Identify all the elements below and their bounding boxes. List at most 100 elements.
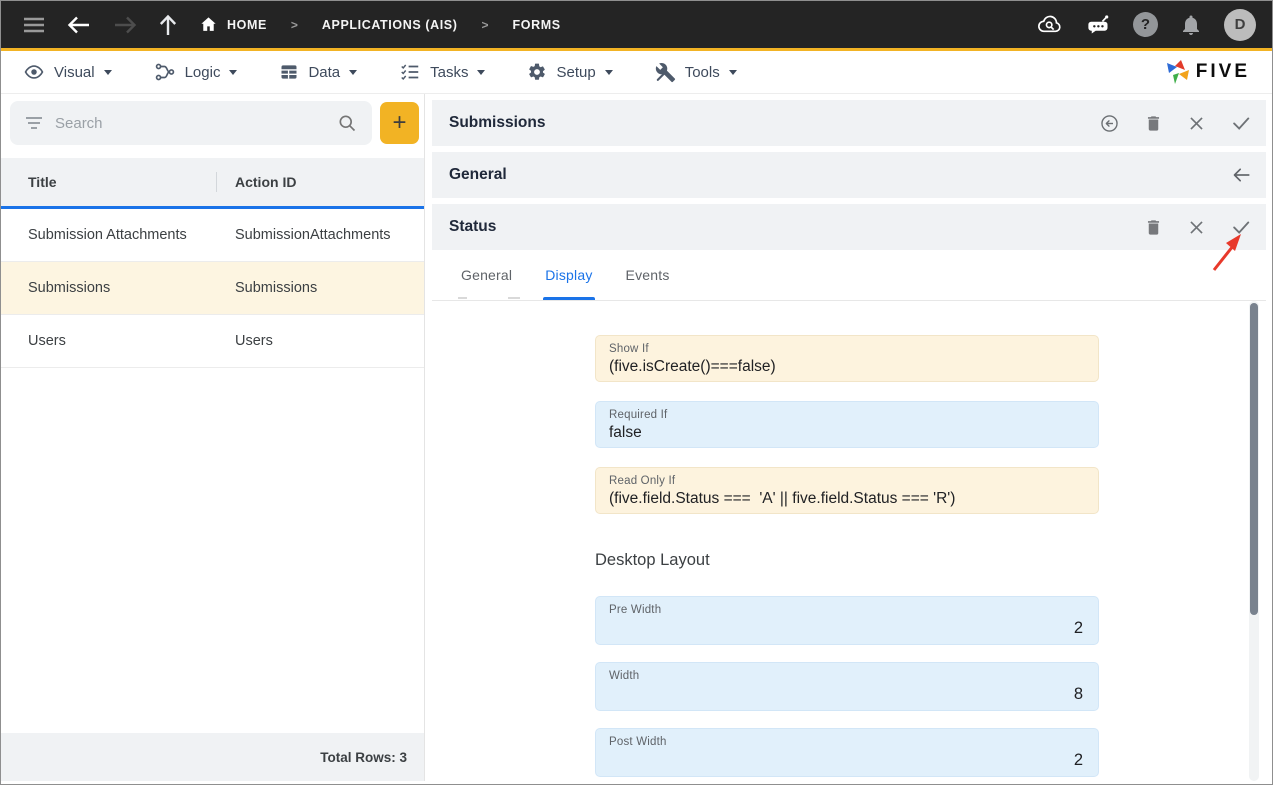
general-section-header[interactable]: General xyxy=(432,152,1266,198)
post-width-value: 2 xyxy=(609,751,1085,770)
top-navigation-bar: HOME > APPLICATIONS (AIS) > FORMS xyxy=(1,1,1272,48)
forms-list-panel: + Title Action ID Submission Attachments… xyxy=(1,94,425,781)
menu-logic[interactable]: Logic xyxy=(154,61,238,83)
breadcrumb-applications[interactable]: APPLICATIONS (AIS) xyxy=(322,18,458,32)
pre-width-field[interactable]: Pre Width 2 xyxy=(595,596,1099,645)
status-section-header: Status xyxy=(432,204,1266,250)
tab-events[interactable]: Events xyxy=(626,250,670,300)
menu-setup[interactable]: Setup xyxy=(527,62,612,82)
cell-title: Submission Attachments xyxy=(1,227,216,243)
tools-icon xyxy=(655,62,676,83)
forward-arrow-icon[interactable] xyxy=(113,15,137,35)
record-detail-panel: Submissions General xyxy=(432,94,1266,781)
logic-flow-icon xyxy=(154,61,176,83)
breadcrumb-separator: > xyxy=(482,18,489,32)
submissions-header: Submissions xyxy=(432,100,1266,146)
chevron-down-icon xyxy=(605,70,613,75)
total-rows-label: Total Rows: 3 xyxy=(320,750,407,765)
delete-icon[interactable] xyxy=(1144,217,1163,238)
menu-tools-label: Tools xyxy=(685,64,720,81)
width-field[interactable]: Width 8 xyxy=(595,662,1099,711)
pre-width-value: 2 xyxy=(609,619,1085,638)
required-if-value: false xyxy=(609,424,1085,442)
column-header-title[interactable]: Title xyxy=(1,174,216,190)
column-header-action-id[interactable]: Action ID xyxy=(216,174,424,190)
clipped-content-ghost xyxy=(508,297,520,299)
table-header: Title Action ID xyxy=(1,158,424,209)
chevron-down-icon xyxy=(104,70,112,75)
search-bar xyxy=(10,101,372,145)
read-only-if-value: (five.field.Status === 'A' || five.field… xyxy=(609,490,1085,508)
tab-general[interactable]: General xyxy=(461,250,512,300)
read-only-if-label: Read Only If xyxy=(609,475,1085,487)
breadcrumb-separator: > xyxy=(291,18,298,32)
back-arrow-icon[interactable] xyxy=(67,15,91,35)
home-icon xyxy=(199,15,218,34)
close-icon[interactable] xyxy=(1187,218,1206,237)
tab-display[interactable]: Display xyxy=(545,250,592,300)
required-if-field[interactable]: Required If false xyxy=(595,401,1099,448)
status-tabs: General Display Events xyxy=(432,250,1266,301)
restore-icon[interactable] xyxy=(1099,113,1120,134)
search-input[interactable] xyxy=(53,114,327,133)
table-row[interactable]: Users Users xyxy=(1,315,424,368)
five-logo: FIVE xyxy=(1165,59,1250,85)
close-icon[interactable] xyxy=(1187,114,1206,133)
show-if-value: (five.isCreate()===false) xyxy=(609,358,1085,376)
cell-action-id: SubmissionAttachments xyxy=(216,227,424,243)
main-menu-bar: Visual Logic Data Tasks Setup Tools xyxy=(1,51,1272,94)
pre-width-label: Pre Width xyxy=(609,604,1085,616)
post-width-field[interactable]: Post Width 2 xyxy=(595,728,1099,777)
menu-tools[interactable]: Tools xyxy=(655,62,737,83)
menu-tasks[interactable]: Tasks xyxy=(399,61,485,83)
show-if-label: Show If xyxy=(609,343,1085,355)
table-body: Submission Attachments SubmissionAttachm… xyxy=(1,209,424,368)
help-glyph: ? xyxy=(1141,16,1150,33)
breadcrumb-forms[interactable]: FORMS xyxy=(513,18,561,32)
user-avatar[interactable]: D xyxy=(1224,9,1256,41)
menu-visual-label: Visual xyxy=(54,64,95,81)
save-check-icon[interactable] xyxy=(1230,112,1252,134)
filter-icon[interactable] xyxy=(25,116,43,130)
breadcrumb-home-label: HOME xyxy=(227,18,267,32)
cell-action-id: Users xyxy=(216,333,424,349)
chatbot-icon[interactable] xyxy=(1085,11,1112,38)
show-if-field[interactable]: Show If (five.isCreate()===false) xyxy=(595,335,1099,382)
record-title: Submissions xyxy=(449,114,545,132)
status-section-label: Status xyxy=(449,218,496,236)
desktop-layout-heading: Desktop Layout xyxy=(595,551,710,570)
table-grid-icon xyxy=(279,62,299,82)
add-record-button[interactable]: + xyxy=(380,102,419,144)
hamburger-menu-icon[interactable] xyxy=(23,17,45,33)
table-footer: Total Rows: 3 xyxy=(1,733,424,781)
collapse-back-arrow-icon[interactable] xyxy=(1231,166,1252,184)
cell-title: Users xyxy=(1,333,216,349)
menu-setup-label: Setup xyxy=(556,64,595,81)
search-icon[interactable] xyxy=(337,113,357,133)
general-section-label: General xyxy=(449,166,507,184)
scrollbar-thumb[interactable] xyxy=(1250,303,1258,615)
avatar-initial: D xyxy=(1235,16,1246,33)
up-arrow-icon[interactable] xyxy=(159,14,177,36)
save-check-icon[interactable] xyxy=(1230,216,1252,238)
menu-visual[interactable]: Visual xyxy=(23,61,112,83)
chevron-down-icon xyxy=(229,70,237,75)
delete-icon[interactable] xyxy=(1144,113,1163,134)
menu-data[interactable]: Data xyxy=(279,62,357,82)
scrollbar-track[interactable] xyxy=(1249,301,1259,781)
eye-icon xyxy=(23,61,45,83)
width-label: Width xyxy=(609,670,1085,682)
cloud-search-icon[interactable] xyxy=(1036,12,1064,37)
notifications-bell-icon[interactable] xyxy=(1179,13,1203,37)
chevron-down-icon xyxy=(729,70,737,75)
breadcrumb-home[interactable]: HOME xyxy=(199,15,267,34)
read-only-if-field[interactable]: Read Only If (five.field.Status === 'A' … xyxy=(595,467,1099,514)
app-window: HOME > APPLICATIONS (AIS) > FORMS xyxy=(0,0,1273,785)
table-row-selected[interactable]: Submissions Submissions xyxy=(1,262,424,315)
menu-data-label: Data xyxy=(308,64,340,81)
post-width-label: Post Width xyxy=(609,736,1085,748)
column-divider xyxy=(216,172,217,192)
table-row[interactable]: Submission Attachments SubmissionAttachm… xyxy=(1,209,424,262)
help-icon[interactable]: ? xyxy=(1133,12,1158,37)
required-if-label: Required If xyxy=(609,409,1085,421)
